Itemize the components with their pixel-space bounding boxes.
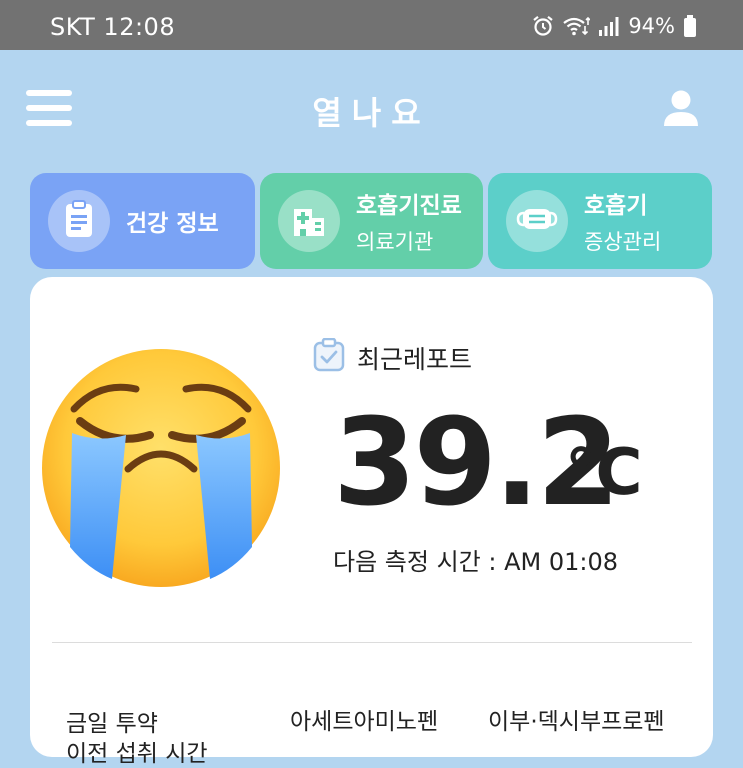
temperature-unit: ℃: [565, 436, 642, 510]
tab-health-info[interactable]: 건강 정보: [30, 173, 255, 269]
tab-text: 호흡기진료 의료기관: [356, 186, 462, 256]
tab-icon-wrap: [506, 190, 568, 252]
medication-ibuprofen[interactable]: 이부·덱시부프로펜: [488, 702, 665, 736]
crying-face-emoji: [40, 347, 282, 589]
medication-acetaminophen[interactable]: 아세트아미노펜: [290, 702, 438, 736]
recent-report-header: 최근레포트: [313, 337, 473, 378]
next-measure-time: 다음 측정 시간 : AM 01:08: [333, 548, 618, 576]
report-check-icon: [313, 337, 345, 378]
tab-label: 호흡기진료: [356, 193, 462, 219]
status-bar: SKT 12:08 94%: [0, 0, 743, 50]
tab-label: 건강 정보: [126, 211, 219, 237]
tab-label: 호흡기: [584, 193, 648, 219]
tab-text: 호흡기 증상관리: [584, 186, 661, 256]
app-title: 열나요: [312, 94, 431, 132]
carrier-label: SKT: [50, 13, 96, 41]
alarm-icon: [532, 15, 554, 37]
medication-sub-label: 이전 섭취 시간: [66, 741, 208, 767]
battery-percent: 94%: [628, 14, 675, 38]
medication-label: 금일 투약: [66, 711, 158, 737]
tab-text: 건강 정보: [126, 204, 219, 238]
tab-sublabel: 의료기관: [356, 230, 434, 254]
signal-icon: [598, 16, 620, 36]
tab-sublabel: 증상관리: [584, 230, 662, 254]
hospital-icon: [291, 201, 327, 241]
user-icon[interactable]: [661, 90, 701, 128]
divider: [52, 642, 692, 643]
tab-respiratory-symptom[interactable]: 호흡기 증상관리: [488, 173, 712, 269]
mask-icon: [516, 204, 558, 238]
recent-report-label: 최근레포트: [357, 345, 473, 374]
status-right: 94%: [532, 14, 697, 38]
clock-time: 12:08: [103, 13, 176, 41]
wifi-icon: [562, 15, 591, 37]
tab-icon-wrap: [278, 190, 340, 252]
tab-respiratory-clinic[interactable]: 호흡기진료 의료기관: [260, 173, 483, 269]
battery-icon: [683, 15, 697, 37]
clipboard-icon: [64, 200, 94, 242]
tab-icon-wrap: [48, 190, 110, 252]
status-left: SKT 12:08: [50, 13, 175, 41]
